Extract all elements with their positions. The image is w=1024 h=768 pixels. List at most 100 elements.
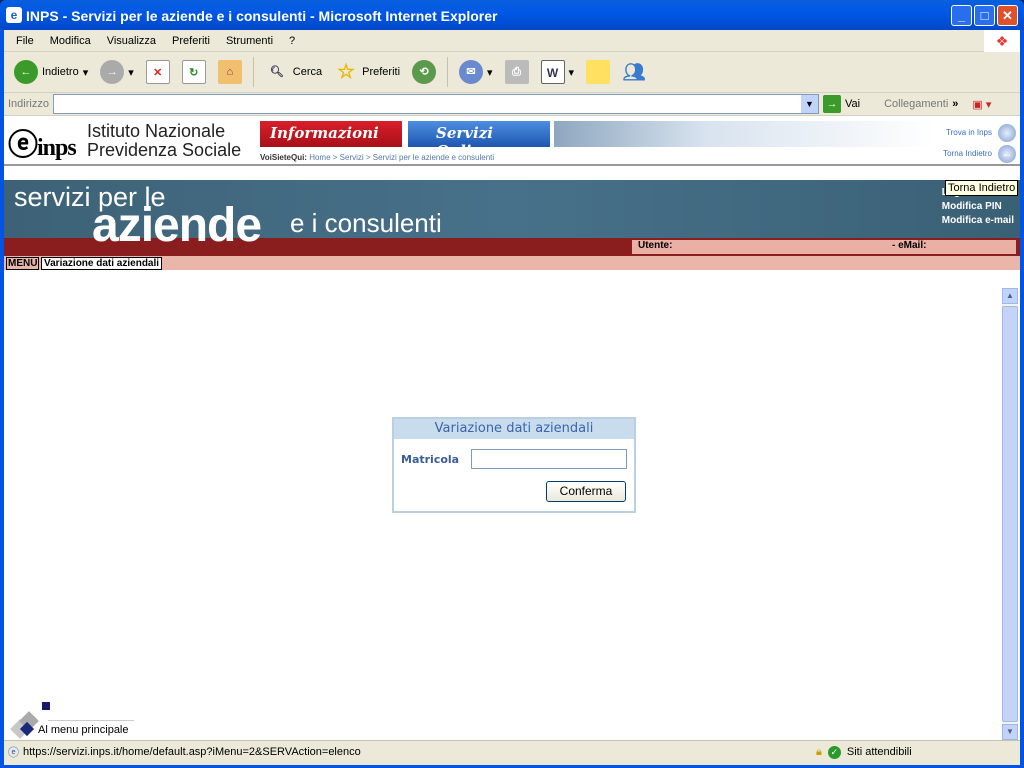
toolbar: ← Indietro ▾ → ▾ ✕ ↻ ⌂ 🔍︎ Cerca ☆ Preferiti… [4,52,1020,93]
security-zone: 🔒︎ ✓ Siti attendibili [816,745,912,759]
check-icon: ✓ [827,745,841,759]
print-icon: ⎙ [504,60,529,84]
windows-logo-icon: ❖ [984,30,1020,52]
modify-pin-link[interactable]: Modifica PIN [942,200,1014,214]
menu-strumenti[interactable]: Strumenti [218,35,281,47]
find-link[interactable]: Trova in Inps [943,122,1016,143]
mail-icon: ✉ [459,60,484,84]
breadcrumb: VoiSieteQui: Home > Servizi > Servizi pe… [260,153,494,162]
tab-informazioni[interactable]: Informazioni [260,121,402,147]
favorites-button[interactable]: ☆ Preferiti [330,58,404,86]
tab-servizi-online[interactable]: Servizi Online [408,121,550,160]
breadcrumb-prefix: VoiSieteQui: [260,153,307,162]
banner-line3: e i consulenti [290,208,442,238]
menu-bar: File Modifica Visualizza Preferiti Strum… [4,30,1020,52]
go-arrow-icon[interactable]: → [822,95,841,113]
einps-logo: ⓔinps [8,129,77,162]
minimize-button[interactable]: _ [951,5,972,26]
zone-label: Siti attendibili [846,746,912,758]
back-link-label: Torna Indietro [943,149,992,158]
confirm-button[interactable]: Conferma [546,481,626,502]
print-button[interactable]: ⎙ [501,58,533,86]
word-icon: W [540,60,565,84]
stop-icon: ✕ [145,60,170,84]
address-dropdown[interactable]: ▼ [800,95,818,113]
ie-icon: e [6,7,22,23]
menu-preferiti[interactable]: Preferiti [164,35,218,47]
messenger-button[interactable]: 👥︎ [618,58,650,86]
page-content: ⓔinps Istituto Nazionale Previdenza Socia… [4,116,1020,740]
search-icon: 🔍︎ [269,66,284,78]
star-icon: ☆ [337,61,356,83]
chevron-icon[interactable]: » [952,98,958,110]
edit-button[interactable]: W ▾ [537,58,579,86]
user-label: Utente: [638,240,673,251]
menu-file[interactable]: File [8,35,42,47]
find-label: Trova in Inps [946,128,992,137]
address-input[interactable]: ▼ [52,94,819,114]
home-button[interactable]: ⌂ [214,58,246,86]
forward-arrow-icon: → [100,60,125,84]
note-icon [586,60,611,84]
refresh-button[interactable]: ↻ [178,58,210,86]
messenger-icon: 👥︎ [622,62,646,82]
search-button[interactable]: 🔍︎ Cerca [261,58,326,86]
history-icon: ⟲ [412,60,437,84]
go-button[interactable]: Vai [845,98,860,110]
refresh-icon: ↻ [181,60,206,84]
mail-button[interactable]: ✉ ▾ [455,58,497,86]
lock-icon: 🔒︎ [816,745,822,758]
matricola-input[interactable] [471,449,627,469]
current-section: Variazione dati aziendali [41,257,163,270]
maximize-button[interactable]: □ [974,5,995,26]
browser-window: e INPS - Servizi per le aziende e i cons… [0,0,1024,768]
modify-email-link[interactable]: Modifica e-mail [942,214,1014,228]
scroll-up-button[interactable]: ▲ [1002,288,1018,304]
menu-button[interactable]: MENU [6,257,40,270]
status-url: https://servizi.inps.it/home/default.asp… [23,746,361,758]
menu-visualizza[interactable]: Visualizza [99,35,164,47]
vertical-scrollbar[interactable]: ▲ ▼ [1002,288,1018,740]
address-bar: Indirizzo ▼ → Vai Collegamenti » ▣ ▾ [4,93,1020,116]
home-icon: ⌂ [217,60,242,84]
menu-modifica[interactable]: Modifica [42,35,99,47]
square-icon [42,702,50,710]
back-button[interactable]: ← Indietro ▾ [10,58,92,86]
institute-line1: Istituto Nazionale [87,121,226,141]
back-arrow-icon: ← [14,60,38,84]
breadcrumb-path[interactable]: Home > Servizi > Servizi per le aziende … [309,153,494,162]
site-header: ⓔinps Istituto Nazionale Previdenza Socia… [4,116,1020,166]
status-bar: ⓔ https://servizi.inps.it/home/default.a… [4,740,1020,763]
address-label: Indirizzo [8,98,49,110]
form-title: Variazione dati aziendali [394,419,634,439]
header-image [554,121,934,147]
back-label: Indietro [42,66,79,78]
back-link[interactable]: Torna Indietro ← [943,143,1016,164]
stop-button[interactable]: ✕ [142,58,174,86]
matricola-form: Variazione dati aziendali Matricola Conf… [392,417,636,513]
user-bar: Utente: - eMail: [632,240,1016,254]
institute-name: Istituto Nazionale Previdenza Sociale [87,122,241,160]
scroll-down-button[interactable]: ▼ [1002,724,1018,740]
tooltip: Torna Indietro [945,180,1019,196]
menu-help[interactable]: ? [281,35,303,47]
notes-button[interactable] [582,58,614,86]
page-icon: ⓔ [8,747,19,759]
services-banner: servizi per le aziende e i consulenti Lo… [4,180,1020,256]
scroll-thumb[interactable] [1002,306,1018,722]
history-button[interactable]: ⟲ [408,58,440,86]
links-button[interactable]: Collegamenti [884,98,948,110]
forward-button[interactable]: → ▾ [96,58,138,86]
banner-line2: aziende [92,199,262,252]
window-title: INPS - Servizi per le aziende e i consul… [26,8,498,24]
search-icon [998,123,1016,142]
close-button[interactable]: ✕ [997,5,1018,26]
matricola-label: Matricola [401,453,460,466]
back-arrow-icon: ← [998,144,1016,163]
favorites-label: Preferiti [362,66,401,78]
institute-line2: Previdenza Sociale [87,140,242,160]
header-links: Trova in Inps Torna Indietro ← [943,122,1016,164]
email-label: - eMail: [892,240,927,251]
title-bar: e INPS - Servizi per le aziende e i cons… [0,0,1024,30]
pdf-icon[interactable]: ▣ ▾ [972,98,991,111]
